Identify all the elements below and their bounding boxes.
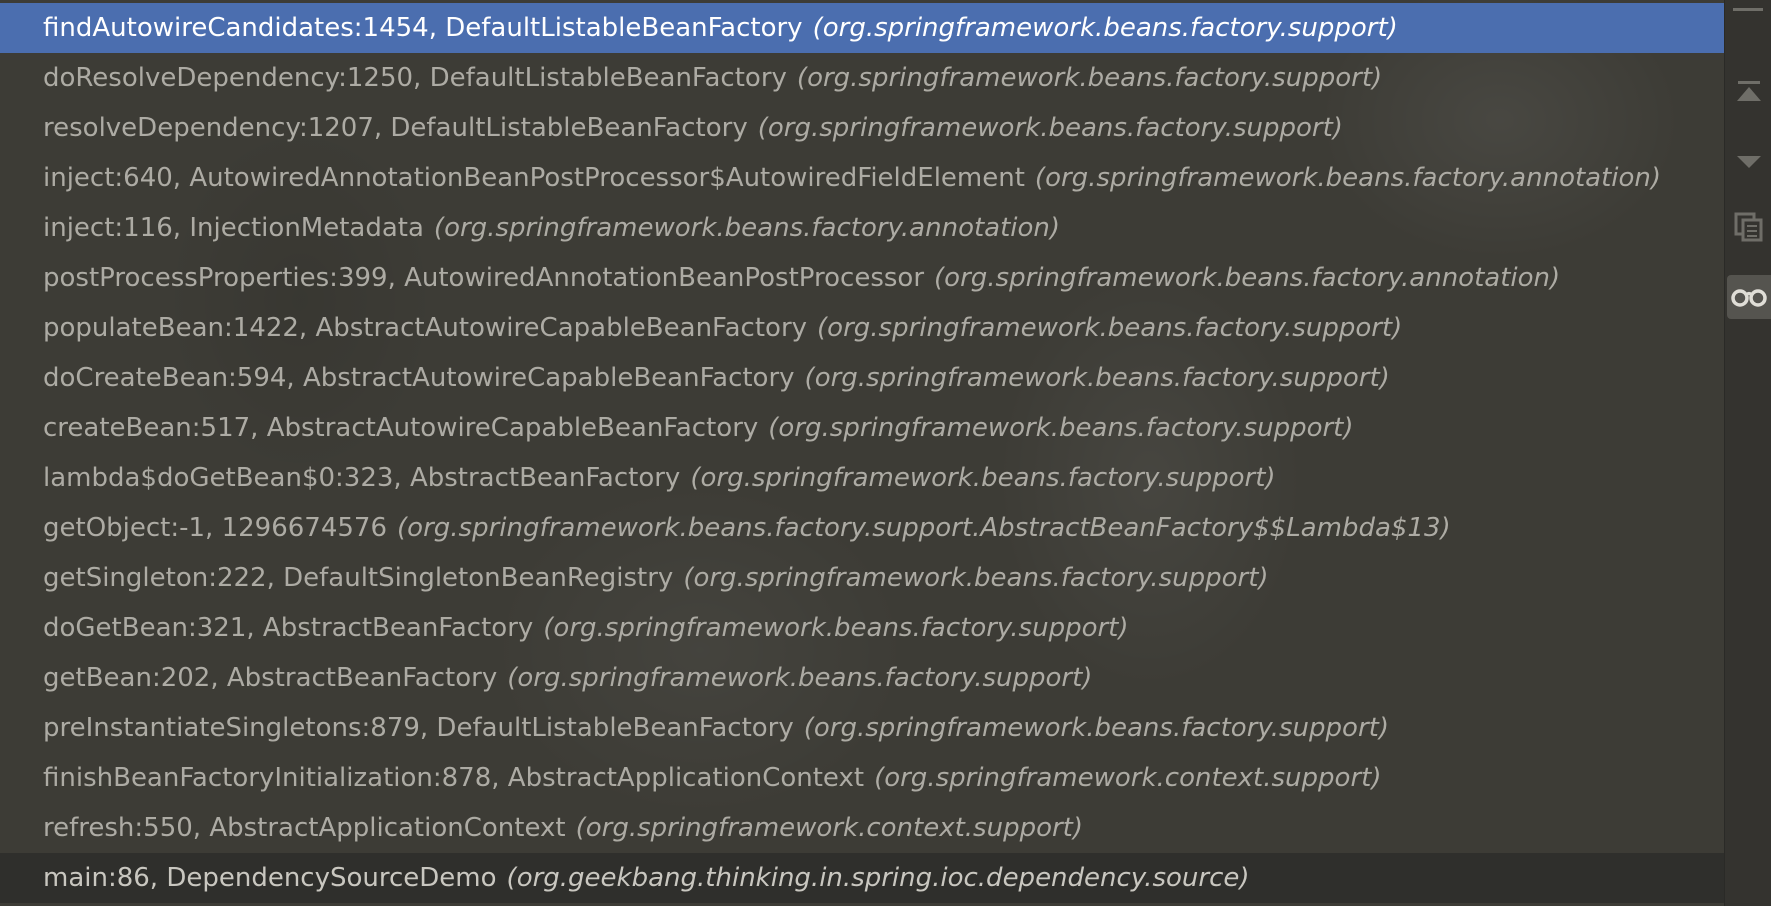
frame-method: getBean:202, AbstractBeanFactory — [43, 663, 498, 693]
stack-frame-row[interactable]: getObject:-1, 1296674576 (org.springframe… — [0, 503, 1724, 553]
frame-method: main:86, DependencySourceDemo — [43, 863, 497, 893]
stack-frame-row[interactable]: createBean:517, AbstractAutowireCapableB… — [0, 403, 1724, 453]
frame-method: preInstantiateSingletons:879, DefaultLis… — [43, 713, 794, 743]
frame-package: (org.springframework.beans.factory.suppo… — [812, 13, 1398, 43]
toolbar-divider — [1733, 8, 1763, 11]
frame-package: (org.springframework.beans.factory.suppo… — [507, 663, 1093, 693]
stack-frame-row[interactable]: resolveDependency:1207, DefaultListableB… — [0, 103, 1724, 153]
stack-frame-row[interactable]: findAutowireCandidates:1454, DefaultList… — [0, 3, 1724, 53]
frame-method: resolveDependency:1207, DefaultListableB… — [43, 113, 748, 143]
frame-package: (org.springframework.beans.factory.suppo… — [796, 63, 1383, 93]
stack-frame-row[interactable]: populateBean:1422, AbstractAutowireCapab… — [0, 303, 1724, 353]
scroll-down-icon[interactable] — [1727, 140, 1771, 184]
frame-method: inject:116, InjectionMetadata — [43, 213, 424, 243]
copy-stack-icon[interactable] — [1727, 205, 1771, 249]
frames-toolbar — [1724, 0, 1771, 906]
frame-package: (org.springframework.beans.factory.suppo… — [804, 363, 1390, 393]
frame-method: populateBean:1422, AbstractAutowireCapab… — [43, 313, 808, 343]
frame-method: finishBeanFactoryInitialization:878, Abs… — [43, 763, 865, 793]
frame-method: doGetBean:321, AbstractBeanFactory — [43, 613, 534, 643]
stack-frame-row[interactable]: finishBeanFactoryInitialization:878, Abs… — [0, 753, 1724, 803]
stack-frame-row[interactable]: postProcessProperties:399, AutowiredAnno… — [0, 253, 1724, 303]
stack-frame-row[interactable]: refresh:550, AbstractApplicationContext (… — [0, 803, 1724, 853]
glasses-icon[interactable] — [1727, 275, 1771, 319]
frame-package: (org.springframework.beans.factory.suppo… — [683, 563, 1269, 593]
stack-frame-row[interactable]: main:86, DependencySourceDemo (org.geekba… — [0, 853, 1724, 903]
frame-method: postProcessProperties:399, AutowiredAnno… — [43, 263, 925, 293]
stack-frame-row[interactable]: getSingleton:222, DefaultSingletonBeanRe… — [0, 553, 1724, 603]
frame-package: (org.springframework.beans.factory.suppo… — [768, 413, 1354, 443]
stack-frame-row[interactable]: doGetBean:321, AbstractBeanFactory (org.s… — [0, 603, 1724, 653]
frame-method: refresh:550, AbstractApplicationContext — [43, 813, 566, 843]
frames-panel: findAutowireCandidates:1454, DefaultList… — [0, 0, 1771, 906]
frame-method: getObject:-1, 1296674576 — [43, 513, 388, 543]
frame-package: (org.springframework.beans.factory.suppo… — [543, 613, 1129, 643]
frame-package: (org.springframework.beans.factory.suppo… — [690, 463, 1276, 493]
frame-method: findAutowireCandidates:1454, DefaultList… — [43, 13, 803, 43]
frame-method: doResolveDependency:1250, DefaultListabl… — [43, 63, 787, 93]
frame-package: (org.springframework.beans.factory.annot… — [433, 213, 1061, 243]
stack-frame-row[interactable]: getBean:202, AbstractBeanFactory (org.spr… — [0, 653, 1724, 703]
scroll-to-top-icon[interactable] — [1727, 70, 1771, 114]
stack-frame-row[interactable]: doCreateBean:594, AbstractAutowireCapabl… — [0, 353, 1724, 403]
frame-method: getSingleton:222, DefaultSingletonBeanRe… — [43, 563, 674, 593]
stack-frame-row[interactable]: preInstantiateSingletons:879, DefaultLis… — [0, 703, 1724, 753]
frame-method: createBean:517, AbstractAutowireCapableB… — [43, 413, 759, 443]
frame-method: inject:640, AutowiredAnnotationBeanPostP… — [43, 163, 1025, 193]
frame-package: (org.springframework.beans.factory.suppo… — [803, 713, 1389, 743]
frame-package: (org.springframework.context.support) — [575, 813, 1084, 843]
stack-frame-row[interactable]: doResolveDependency:1250, DefaultListabl… — [0, 53, 1724, 103]
frame-package: (org.springframework.beans.factory.annot… — [934, 263, 1561, 293]
stack-frame-row[interactable]: inject:116, InjectionMetadata (org.spring… — [0, 203, 1724, 253]
frame-method: doCreateBean:594, AbstractAutowireCapabl… — [43, 363, 795, 393]
stack-frame-row[interactable]: inject:640, AutowiredAnnotationBeanPostP… — [0, 153, 1724, 203]
stack-frame-list: findAutowireCandidates:1454, DefaultList… — [0, 0, 1724, 906]
frame-package: (org.springframework.beans.factory.suppo… — [757, 113, 1343, 143]
frame-method: lambda$doGetBean$0:323, AbstractBeanFact… — [43, 463, 681, 493]
frame-package: (org.geekbang.thinking.in.spring.ioc.dep… — [506, 863, 1250, 893]
stack-frame-row[interactable]: lambda$doGetBean$0:323, AbstractBeanFact… — [0, 453, 1724, 503]
frame-package: (org.springframework.beans.factory.suppo… — [817, 313, 1403, 343]
frame-package: (org.springframework.beans.factory.suppo… — [397, 513, 1451, 543]
frame-package: (org.springframework.context.support) — [874, 763, 1382, 793]
frame-package: (org.springframework.beans.factory.annot… — [1034, 163, 1662, 193]
